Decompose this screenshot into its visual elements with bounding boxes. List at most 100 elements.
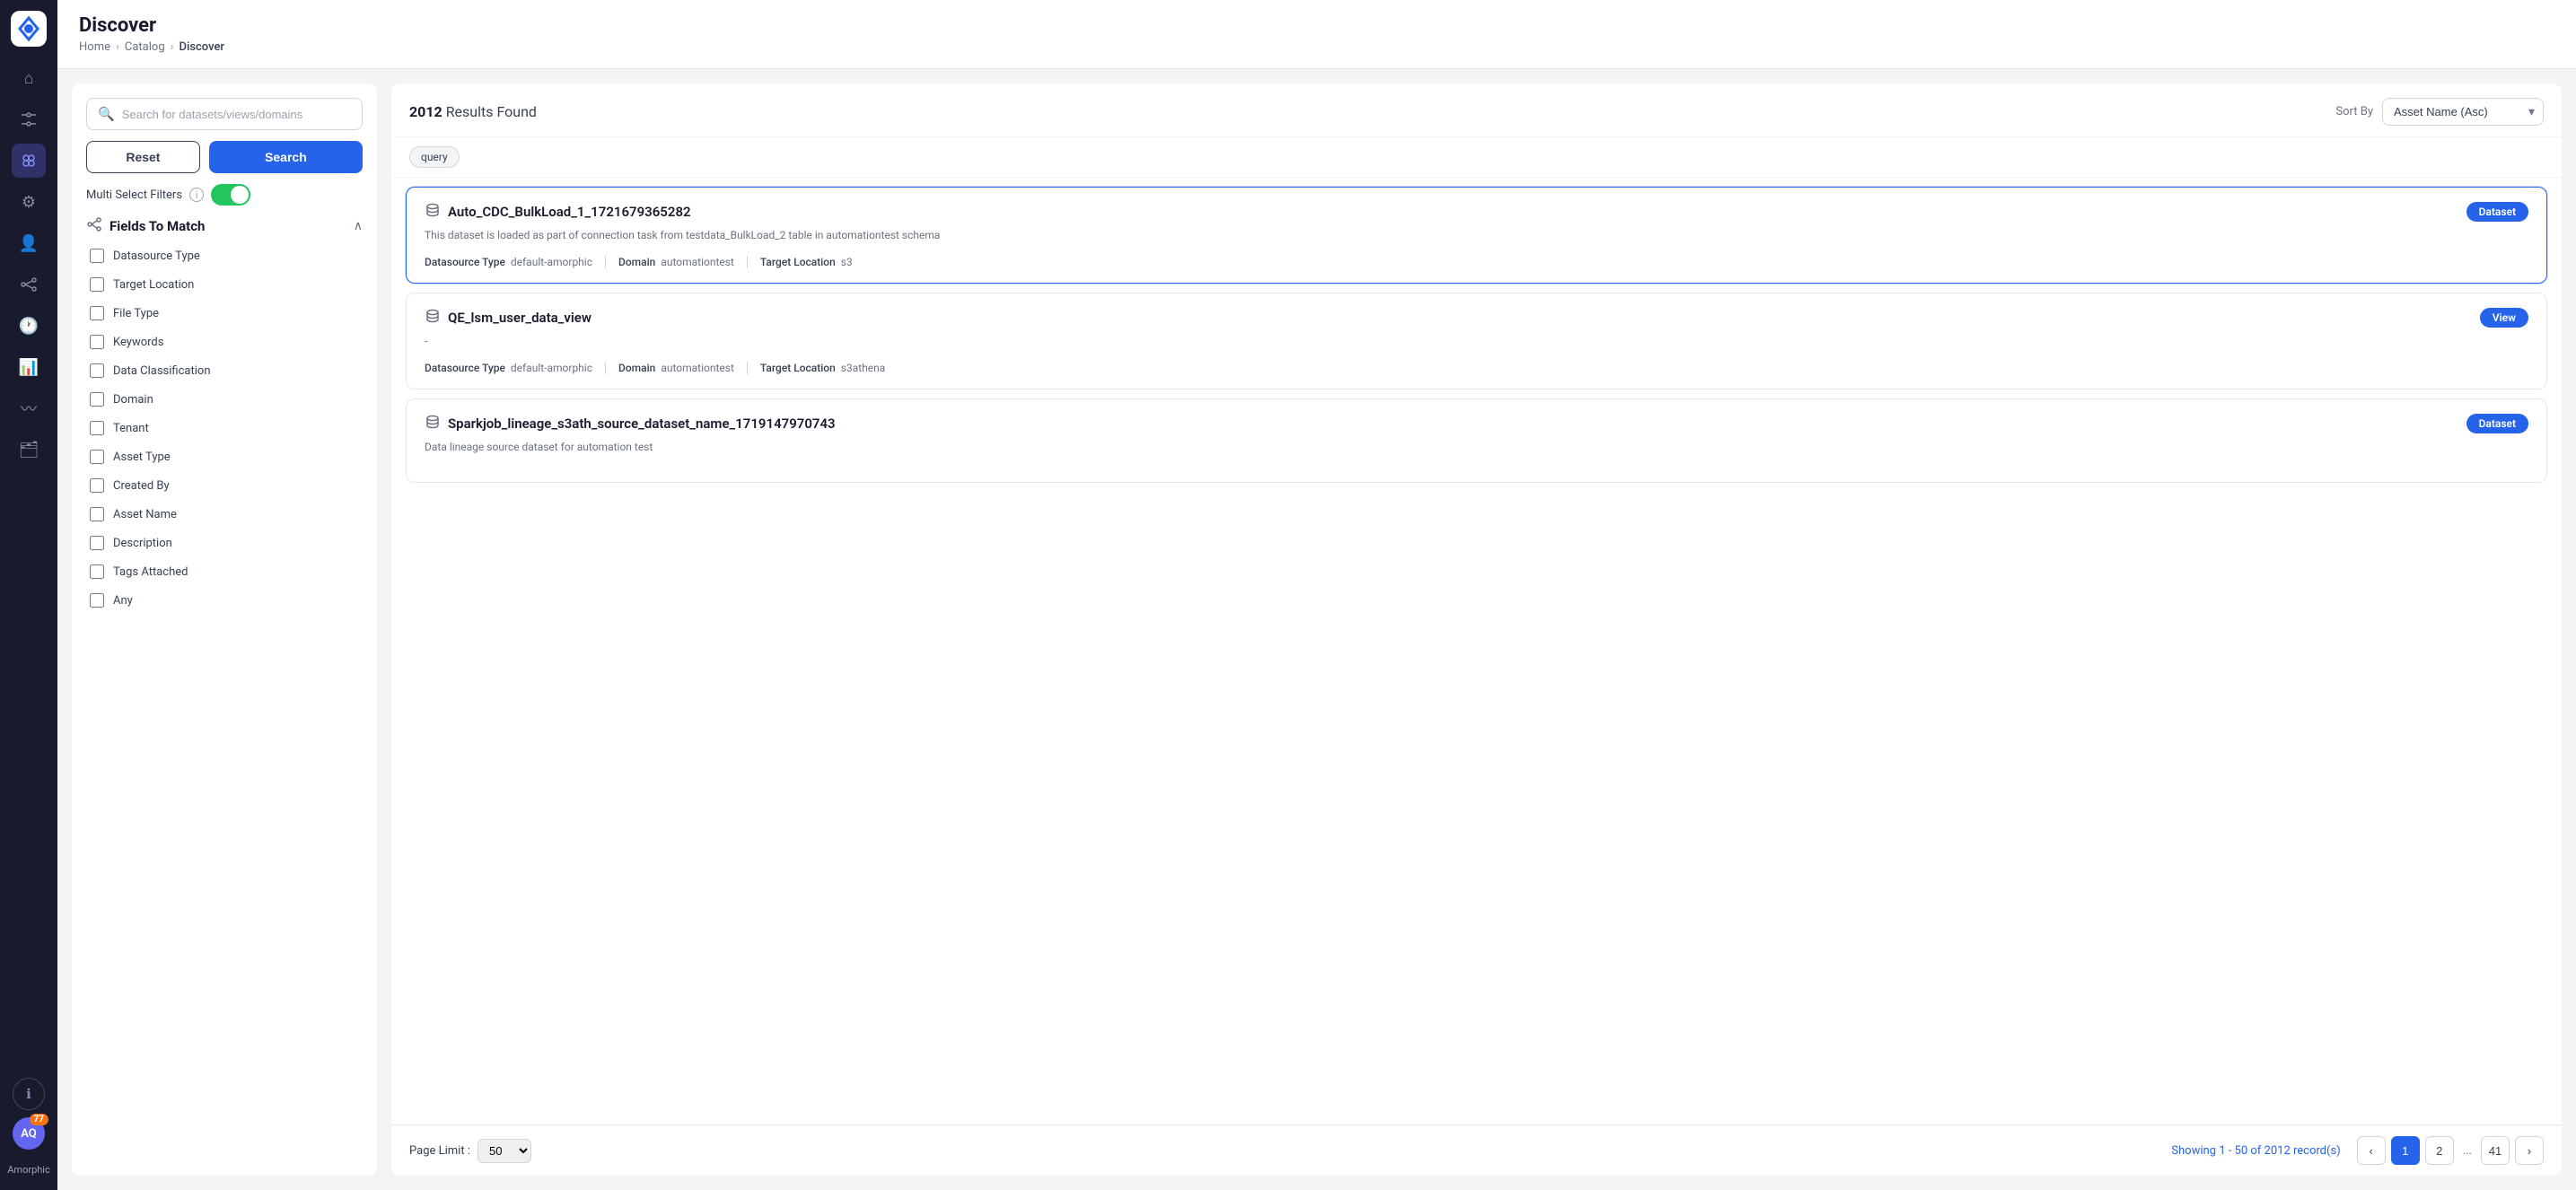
nav-filter-icon[interactable] <box>12 102 46 136</box>
page-last-button[interactable]: 41 <box>2481 1136 2510 1165</box>
card-title-2: QE_lsm_user_data_view <box>425 308 591 328</box>
dataset-icon-2 <box>425 308 441 328</box>
app-label: Amorphic <box>7 1160 50 1179</box>
checkbox-tags-attached-label: Tags Attached <box>113 565 188 579</box>
checkbox-data-classification-input[interactable] <box>90 363 104 378</box>
fields-icon <box>86 216 102 236</box>
result-card-3[interactable]: Sparkjob_lineage_s3ath_source_dataset_na… <box>406 398 2547 483</box>
checkbox-domain-input[interactable] <box>90 392 104 407</box>
checkbox-tags-attached-input[interactable] <box>90 564 104 579</box>
result-card-1[interactable]: Auto_CDC_BulkLoad_1_1721679365282 Datase… <box>406 187 2547 284</box>
nav-discover-icon[interactable] <box>12 144 46 178</box>
card-top-3: Sparkjob_lineage_s3ath_source_dataset_na… <box>425 414 2528 433</box>
page-2-button[interactable]: 2 <box>2425 1136 2454 1165</box>
checkbox-tags-attached[interactable]: Tags Attached <box>86 559 363 584</box>
fields-section-label: Fields To Match <box>110 218 205 234</box>
meta-sep-2a <box>605 362 606 374</box>
search-icon: 🔍 <box>98 106 115 122</box>
button-row: Reset Search <box>86 141 363 173</box>
reset-button[interactable]: Reset <box>86 141 200 173</box>
checkbox-file-type[interactable]: File Type <box>86 301 363 326</box>
nav-person-icon[interactable]: 👤 <box>12 226 46 260</box>
card-top-2: QE_lsm_user_data_view View <box>425 308 2528 328</box>
multi-select-info-icon[interactable]: i <box>189 188 204 202</box>
checkbox-description-label: Description <box>113 537 172 550</box>
multi-select-toggle[interactable] <box>211 184 250 206</box>
page-limit-label: Page Limit : <box>409 1144 470 1158</box>
sort-select-wrapper: Asset Name (Asc) Asset Name (Desc) Creat… <box>2382 98 2544 126</box>
search-box[interactable]: 🔍 <box>86 98 363 130</box>
checkbox-target-location[interactable]: Target Location <box>86 272 363 297</box>
main-area: Discover Home › Catalog › Discover 🔍 Res… <box>57 0 2576 1190</box>
filter-tag-query[interactable]: query <box>409 146 460 168</box>
checkbox-tenant[interactable]: Tenant <box>86 416 363 441</box>
breadcrumb-home[interactable]: Home <box>79 40 110 54</box>
checkbox-description[interactable]: Description <box>86 530 363 556</box>
meta-sep-1b <box>747 256 748 268</box>
results-header: 2012 Results Found Sort By Asset Name (A… <box>391 83 2562 137</box>
active-filters: query <box>391 137 2562 178</box>
card-desc-1: This dataset is loaded as part of connec… <box>425 229 2528 245</box>
nav-chart-icon[interactable]: 📊 <box>12 350 46 384</box>
meta-location-2: Target Location s3athena <box>760 362 885 374</box>
nav-info-icon[interactable]: ℹ <box>13 1078 45 1110</box>
checkbox-description-input[interactable] <box>90 536 104 550</box>
checkbox-domain[interactable]: Domain <box>86 387 363 412</box>
checkbox-asset-type-input[interactable] <box>90 450 104 464</box>
checkbox-data-classification[interactable]: Data Classification <box>86 358 363 383</box>
checkbox-file-type-input[interactable] <box>90 306 104 320</box>
fields-section-header[interactable]: Fields To Match ∧ <box>86 216 363 236</box>
checkbox-any[interactable]: Any <box>86 588 363 613</box>
checkbox-created-by[interactable]: Created By <box>86 473 363 498</box>
checkbox-list: Datasource Type Target Location File Typ… <box>86 243 363 613</box>
card-desc-3: Data lineage source dataset for automati… <box>425 441 2528 457</box>
breadcrumb-sep-1: › <box>116 40 119 54</box>
nav-home-icon[interactable]: ⌂ <box>12 61 46 95</box>
card-meta-1: Datasource Type default-amorphic Domain … <box>425 256 2528 268</box>
breadcrumb: Home › Catalog › Discover <box>79 40 2554 54</box>
breadcrumb-catalog[interactable]: Catalog <box>125 40 165 54</box>
checkbox-target-location-label: Target Location <box>113 278 194 292</box>
checkbox-target-location-input[interactable] <box>90 277 104 292</box>
nav-settings-icon[interactable]: ⚙ <box>12 185 46 219</box>
page-limit-select[interactable]: 10 25 50 100 <box>478 1139 531 1163</box>
prev-page-button[interactable]: ‹ <box>2357 1136 2386 1165</box>
nav-lineage-icon[interactable] <box>12 267 46 302</box>
checkbox-datasource-type[interactable]: Datasource Type <box>86 243 363 268</box>
breadcrumb-sep-2: › <box>171 40 174 54</box>
result-card-2[interactable]: QE_lsm_user_data_view View - Datasource … <box>406 293 2547 389</box>
app-logo[interactable] <box>11 11 47 47</box>
sort-select[interactable]: Asset Name (Asc) Asset Name (Desc) Creat… <box>2382 98 2544 126</box>
nav-wave-icon[interactable]: 〰 <box>12 391 46 425</box>
checkbox-asset-name-label: Asset Name <box>113 508 177 521</box>
nav-bag-icon[interactable]: 🗂 <box>12 433 46 467</box>
fields-to-match-section: Fields To Match ∧ Datasource Type Target… <box>86 216 363 613</box>
checkbox-keywords[interactable]: Keywords <box>86 329 363 354</box>
checkbox-asset-name-input[interactable] <box>90 507 104 521</box>
checkbox-any-label: Any <box>113 594 133 608</box>
checkbox-any-input[interactable] <box>90 593 104 608</box>
checkbox-datasource-type-input[interactable] <box>90 249 104 263</box>
filter-panel: 🔍 Reset Search Multi Select Filters i <box>72 83 377 1176</box>
page-1-button[interactable]: 1 <box>2391 1136 2420 1165</box>
search-input[interactable] <box>122 108 351 121</box>
pagination-info: Showing 1 - 50 of 2012 record(s) <box>2171 1144 2340 1158</box>
checkbox-asset-name[interactable]: Asset Name <box>86 502 363 527</box>
checkbox-keywords-input[interactable] <box>90 335 104 349</box>
checkbox-domain-label: Domain <box>113 393 153 407</box>
checkbox-created-by-input[interactable] <box>90 478 104 493</box>
top-header: Discover Home › Catalog › Discover <box>57 0 2576 69</box>
search-button[interactable]: Search <box>209 141 363 173</box>
meta-sep-1a <box>605 256 606 268</box>
card-title-3: Sparkjob_lineage_s3ath_source_dataset_na… <box>425 414 836 433</box>
nav-clock-icon[interactable]: 🕐 <box>12 309 46 343</box>
meta-datasource-2: Datasource Type default-amorphic <box>425 362 592 374</box>
checkbox-asset-type[interactable]: Asset Type <box>86 444 363 469</box>
card-title-1: Auto_CDC_BulkLoad_1_1721679365282 <box>425 202 691 222</box>
next-page-button[interactable]: › <box>2515 1136 2544 1165</box>
results-panel: 2012 Results Found Sort By Asset Name (A… <box>391 83 2562 1176</box>
sort-by-row: Sort By Asset Name (Asc) Asset Name (Des… <box>2335 98 2544 126</box>
checkbox-asset-type-label: Asset Type <box>113 451 171 464</box>
checkbox-tenant-input[interactable] <box>90 421 104 435</box>
checkbox-datasource-type-label: Datasource Type <box>113 249 200 263</box>
